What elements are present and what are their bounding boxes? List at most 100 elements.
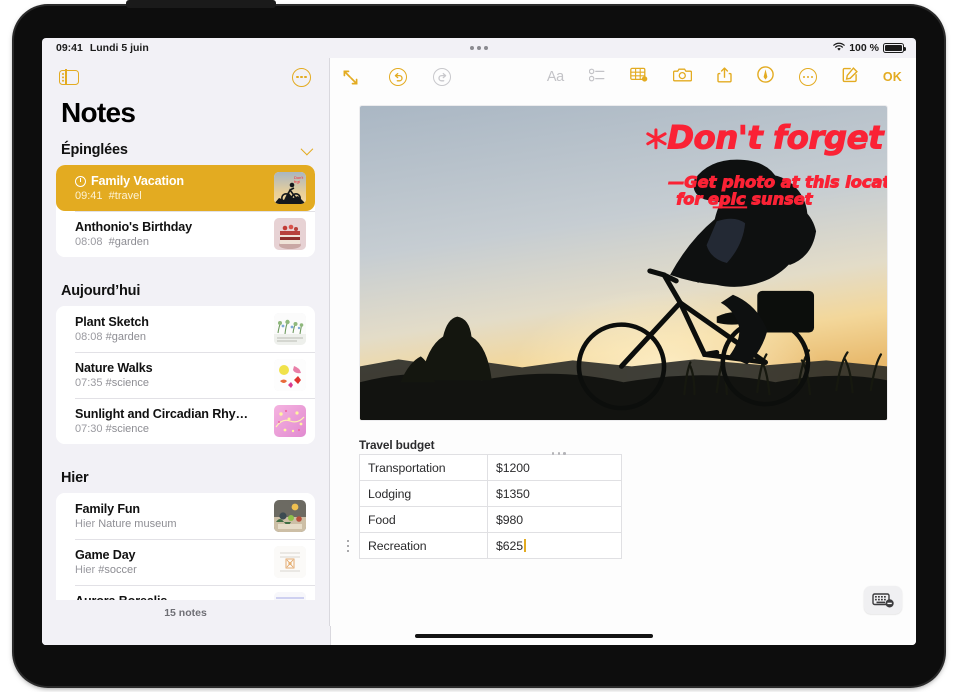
undo-arrow-icon[interactable] [389,68,407,86]
note-editor: Aa OK Don't forget —Get photo at this lo… [330,58,916,626]
sidebar-toolbar [42,58,329,96]
share-icon[interactable] [717,66,732,88]
page-title: Notes [61,97,136,128]
sidebar-toggle-icon[interactable] [59,68,79,86]
list-item[interactable]: Game Day Hier #soccer [56,539,315,585]
status-bar: 09:41 Lundi 5 juin 100 % [42,38,916,58]
cyclist-at-sunset-photo[interactable]: Don't forget —Get photo at this location… [359,105,888,421]
battery-percent: 100 % [849,42,879,54]
note-time: Hier [75,518,96,530]
new-note-compose-icon[interactable] [842,66,858,88]
list-item[interactable]: Anthonio's Birthday 08:08 #garden [56,211,315,257]
note-title: Sunlight and Circadian Rhy… [75,407,248,421]
notes-sidebar: Notes Épinglées Family Vacation 09:41 #t… [42,58,330,626]
list-item[interactable]: Plant Sketch 08:08 #garden [56,306,315,352]
group-label: Épinglées [61,142,128,158]
notes-group-pinned: Family Vacation 09:41 #travel Don'tfrgt [56,165,315,257]
note-tag: #garden [108,236,150,248]
note-tag: #garden [105,331,146,343]
group-header-pinned[interactable]: Épinglées [56,137,315,165]
list-item[interactable]: Family Vacation 09:41 #travel Don't frgt [56,165,315,211]
cyclist-sunset-thumb: Don't frgt [274,172,306,204]
alarm-clock-icon [75,175,86,187]
split-view: Notes Épinglées Family Vacation 09:41 #t… [42,58,916,626]
list-item[interactable]: Sunlight and Circadian Rhy… 07:30 #scien… [56,398,315,444]
note-title: Plant Sketch [75,315,149,329]
camera-icon[interactable] [672,67,692,87]
svg-text:frgt: frgt [294,179,301,184]
table-row[interactable]: Recreation $625 [359,532,622,559]
table-cell-item[interactable]: Recreation [359,532,488,559]
more-options-icon[interactable] [798,68,817,86]
editor-toolbar: Aa OK [330,58,916,96]
cell-text: $625 [496,538,523,553]
group-label: Aujourd’hui [61,283,141,299]
note-time: 09:41 [75,190,103,202]
svg-text:for epic sunset: for epic sunset [676,190,814,209]
table-cell-item[interactable]: Lodging [359,480,488,507]
table-cell-item[interactable]: Transportation [359,454,488,481]
table-row[interactable]: Food $980 [359,506,622,533]
list-item[interactable]: Nature Walks 07:35 #science [56,352,315,398]
notes-list-scroll[interactable]: Épinglées Family Vacation 09:41 #travel … [42,137,329,600]
note-title: Family Vacation [91,174,184,188]
undo-redo-group [389,68,451,86]
table-cell-item[interactable]: Food [359,506,488,533]
text-caret [523,538,526,552]
table-cell-amount[interactable]: $1350 [487,480,622,507]
plant-sketch-thumb [274,313,306,345]
table-row[interactable]: Transportation $1200 [359,454,622,481]
insert-table-icon[interactable] [629,67,648,87]
table-cell-amount-editing[interactable]: $625 [487,532,622,559]
table-row[interactable]: Lodging $1350 [359,480,622,507]
family-fun-thumb [274,500,306,532]
table-options-ellipsis-icon[interactable] [551,452,566,455]
note-time: 07:35 [75,377,103,389]
note-title: Family Fun [75,502,140,516]
aurora-borealis-thumb [274,592,306,600]
note-tag: Nature museum [98,518,177,530]
list-item[interactable]: Aurora Borealis Hier Collisions with oxy… [56,585,315,600]
multitasking-dots-icon[interactable] [42,46,916,50]
game-day-thumb [274,546,306,578]
done-button[interactable]: OK [883,70,902,84]
note-tag: #science [105,423,150,435]
chevron-down-icon[interactable] [300,142,314,155]
travel-budget-table[interactable]: Transportation $1200 Lodging $1350 Food … [359,454,622,559]
note-tag: #travel [108,190,142,202]
hide-keyboard-icon[interactable] [864,586,902,614]
markup-pen-icon[interactable] [757,66,774,88]
travel-budget-block: Travel budget Transportation $1200 Lodgi… [347,438,622,559]
note-title: Game Day [75,548,136,562]
note-content-scroll[interactable]: Don't forget —Get photo at this location… [330,96,916,626]
table-cell-amount[interactable]: $980 [487,506,622,533]
note-title: Anthonio's Birthday [75,220,192,234]
note-title: Nature Walks [75,361,153,375]
notes-group-yesterday: Family Fun Hier Nature museum Game Day H… [56,493,315,600]
checklist-icon[interactable] [588,68,605,87]
birthday-cake-thumb [274,218,306,250]
list-item[interactable]: Family Fun Hier Nature museum [56,493,315,539]
ipad-device-frame: 09:41 Lundi 5 juin 100 % Notes Épinglées… [14,0,944,686]
sidebar-more-options-icon[interactable] [292,67,311,87]
format-text-button[interactable]: Aa [547,69,564,85]
editor-tools-group: Aa OK [547,66,902,88]
table-caption: Travel budget [359,438,435,452]
row-drag-handle-icon[interactable] [347,540,350,552]
note-time: 07:30 [75,423,103,435]
sunlight-circadian-thumb [274,405,306,437]
svg-text:Don't forget: Don't forget [667,119,885,157]
group-header-yesterday[interactable]: Hier [56,465,315,493]
notes-group-today: Plant Sketch 08:08 #garden Nature Walks … [56,306,315,444]
battery-full-icon [883,43,907,53]
nature-walks-thumb [274,359,306,391]
group-header-today[interactable]: Aujourd’hui [56,278,315,306]
note-time: Hier [75,564,96,576]
wifi-icon [833,42,845,55]
home-indicator-bar[interactable] [42,626,916,645]
expand-fullscreen-icon[interactable] [342,69,359,86]
redo-arrow-icon[interactable] [433,68,451,86]
table-cell-amount[interactable]: $1200 [487,454,622,481]
note-tag: #science [105,377,150,389]
status-bar-right: 100 % [833,42,907,55]
